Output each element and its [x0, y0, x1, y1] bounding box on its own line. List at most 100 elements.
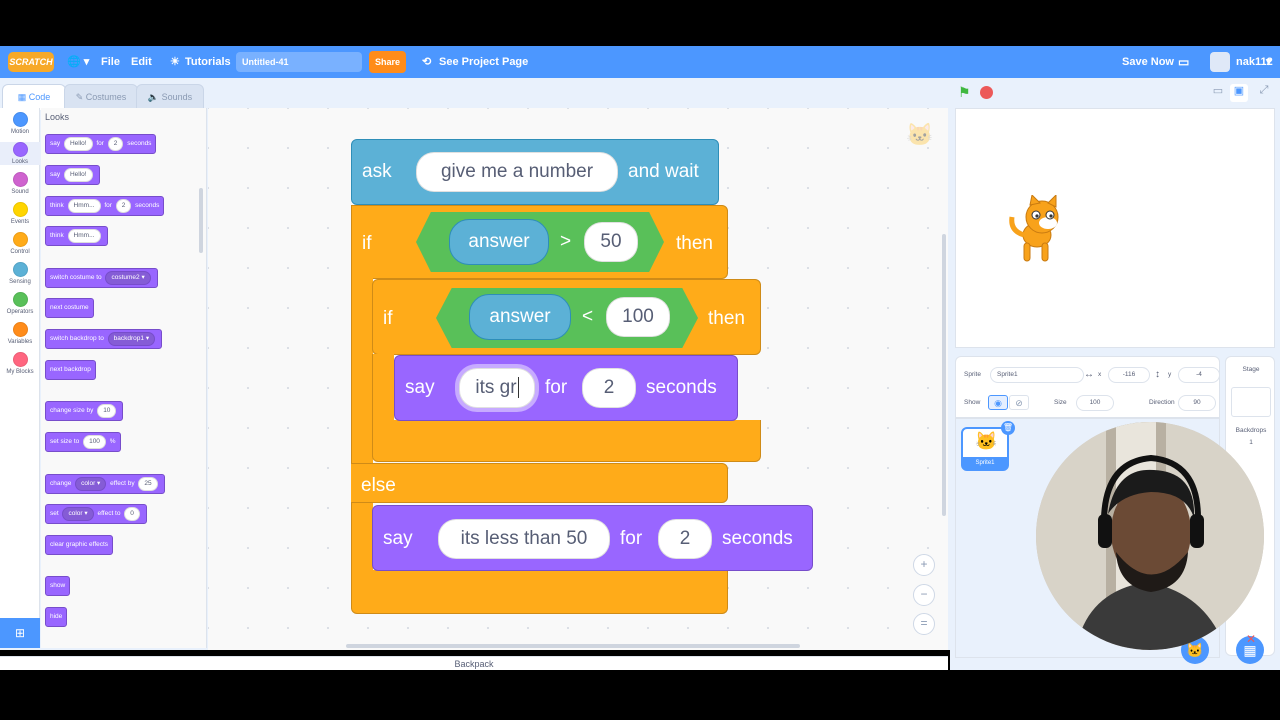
set-effect-block[interactable]: set color ▾ effect to 0 [45, 504, 147, 524]
project-title-input[interactable]: Untitled-41 [236, 52, 362, 72]
block-input[interactable]: Hmm... [67, 229, 101, 243]
change-size-block[interactable]: change size by 10 [45, 401, 124, 421]
y-arrows-icon: ↕ [1155, 369, 1160, 380]
edit-menu[interactable]: Edit [131, 46, 152, 78]
next-costume-block[interactable]: next costume [45, 298, 94, 318]
language-globe-icon[interactable]: 🌐 ▾ [67, 46, 89, 78]
switch-costume-block[interactable]: switch costume to costume2 ▾ [45, 268, 158, 288]
effect-dropdown[interactable]: color ▾ [75, 477, 107, 491]
delete-sprite-icon[interactable]: 🗑 [1001, 421, 1015, 435]
green-flag-icon[interactable]: ⚑ [958, 84, 971, 101]
backdrops-label: Backdrops [1235, 427, 1267, 434]
fullscreen-icon[interactable]: ⤢ [1255, 84, 1273, 102]
inner-if-block[interactable]: if answer < 100 then [372, 279, 761, 355]
tab-costumes[interactable]: ✎ Costumes [64, 84, 138, 110]
category-events[interactable]: Events [0, 202, 40, 225]
sprite-name-input[interactable]: Sprite1 [990, 367, 1084, 383]
see-project-page-button[interactable]: See Project Page [439, 46, 528, 78]
say-block[interactable]: say Hello! [45, 165, 100, 185]
category-sensing[interactable]: Sensing [0, 262, 40, 285]
cat-sprite-icon[interactable] [1004, 195, 1074, 267]
add-extension-button[interactable]: ⊞ [0, 618, 40, 648]
palette-heading: Looks [45, 112, 70, 122]
block-text: switch backdrop to [50, 335, 104, 342]
set-size-block[interactable]: set size to 100 % [45, 432, 121, 452]
say-for-seconds-block[interactable]: say its gr for 2 seconds [394, 355, 738, 421]
block-input[interactable]: Hello! [63, 137, 93, 151]
show-block[interactable]: show [45, 576, 71, 596]
block-text: then [708, 308, 745, 329]
sprite-tile[interactable]: 🐱 Sprite1 🗑 [961, 421, 1015, 471]
block-input[interactable]: Hello! [63, 168, 93, 182]
category-control[interactable]: Control [0, 232, 40, 255]
think-block[interactable]: think Hmm... [45, 226, 108, 246]
ask-and-wait-block[interactable]: ask give me a number and wait [351, 139, 719, 205]
script-scrollbar-vertical[interactable] [942, 234, 946, 516]
chevron-down-icon[interactable]: ▾ [1266, 46, 1272, 78]
block-input[interactable]: 0 [124, 507, 140, 521]
answer-reporter[interactable]: answer [449, 219, 549, 265]
seconds-input[interactable]: 2 [658, 519, 712, 559]
say-for-block[interactable]: say Hello! for 2 seconds [45, 134, 157, 154]
block-input[interactable]: 100 [83, 435, 106, 449]
tab-sounds[interactable]: 🔈 Sounds [136, 84, 204, 110]
close-icon[interactable]: ✕ [1246, 632, 1256, 646]
category-sound[interactable]: Sound [0, 172, 40, 195]
normal-stage-icon[interactable]: ▣ [1230, 84, 1248, 102]
save-now-button[interactable]: Save Now [1122, 46, 1174, 78]
tab-code[interactable]: ▦ Code [2, 84, 66, 110]
message-input[interactable]: its gr [459, 368, 535, 408]
block-input[interactable]: 2 [107, 137, 124, 151]
effect-dropdown[interactable]: color ▾ [62, 507, 94, 521]
number-input[interactable]: 100 [606, 297, 670, 337]
clear-effects-block[interactable]: clear graphic effects [45, 535, 114, 555]
switch-backdrop-block[interactable]: switch backdrop to backdrop1 ▾ [45, 329, 163, 349]
think-for-block[interactable]: think Hmm... for 2 seconds [45, 196, 165, 216]
category-variables[interactable]: Variables [0, 322, 40, 345]
avatar[interactable] [1210, 52, 1230, 72]
hide-block[interactable]: hide [45, 607, 68, 627]
backdrop-dropdown[interactable]: backdrop1 ▾ [107, 332, 156, 346]
number-input[interactable]: 50 [584, 222, 638, 262]
message-input[interactable]: its less than 50 [438, 519, 610, 559]
show-hidden-icon[interactable]: ⊘ [1009, 395, 1029, 410]
y-input[interactable]: -4 [1178, 367, 1220, 383]
tutorials-menu[interactable]: Tutorials [185, 46, 231, 78]
stop-icon[interactable] [980, 86, 993, 99]
stage-canvas[interactable] [955, 108, 1275, 348]
category-operators[interactable]: Operators [0, 292, 40, 315]
direction-input[interactable]: 90 [1178, 395, 1216, 411]
block-input[interactable]: Hmm... [67, 199, 101, 213]
question-input[interactable]: give me a number [416, 152, 618, 192]
small-stage-icon[interactable]: ▭ [1209, 84, 1227, 102]
change-effect-block[interactable]: change color ▾ effect by 25 [45, 474, 165, 494]
x-input[interactable]: -116 [1108, 367, 1150, 383]
scratch-logo[interactable]: SCRATCH [8, 52, 54, 72]
seconds-input[interactable]: 2 [582, 368, 636, 408]
backpack-bar[interactable]: Backpack [0, 656, 948, 670]
say-for-seconds-block[interactable]: say its less than 50 for 2 seconds [372, 505, 813, 571]
zoom-in-button[interactable]: + [913, 554, 935, 576]
costume-dropdown[interactable]: costume2 ▾ [105, 271, 151, 285]
answer-reporter[interactable]: answer [469, 294, 571, 340]
block-input[interactable]: 25 [138, 477, 158, 491]
block-input[interactable]: 2 [115, 199, 132, 213]
next-backdrop-block[interactable]: next backdrop [45, 360, 96, 380]
script-scrollbar-horizontal[interactable] [346, 644, 800, 648]
zoom-out-button[interactable]: − [913, 584, 935, 606]
show-visible-icon[interactable]: ◉ [988, 395, 1008, 410]
palette-scrollbar[interactable] [199, 188, 203, 253]
zoom-reset-button[interactable]: = [913, 613, 935, 635]
category-motion[interactable]: Motion [0, 112, 40, 135]
share-button[interactable]: Share [369, 51, 406, 73]
size-input[interactable]: 100 [1076, 395, 1114, 411]
folder-icon[interactable]: ▭ [1178, 46, 1189, 78]
backdrop-thumbnail[interactable] [1231, 387, 1271, 417]
script-area[interactable]: 🐱 ask give me a number and wait if answe… [208, 108, 948, 650]
file-menu[interactable]: File [101, 46, 120, 78]
category-looks[interactable]: Looks [0, 142, 40, 165]
sprite-label: Sprite [964, 371, 981, 378]
category-my-blocks[interactable]: My Blocks [0, 352, 40, 375]
if-else-block[interactable]: if answer > 50 then [351, 205, 728, 279]
block-input[interactable]: 10 [97, 404, 117, 418]
